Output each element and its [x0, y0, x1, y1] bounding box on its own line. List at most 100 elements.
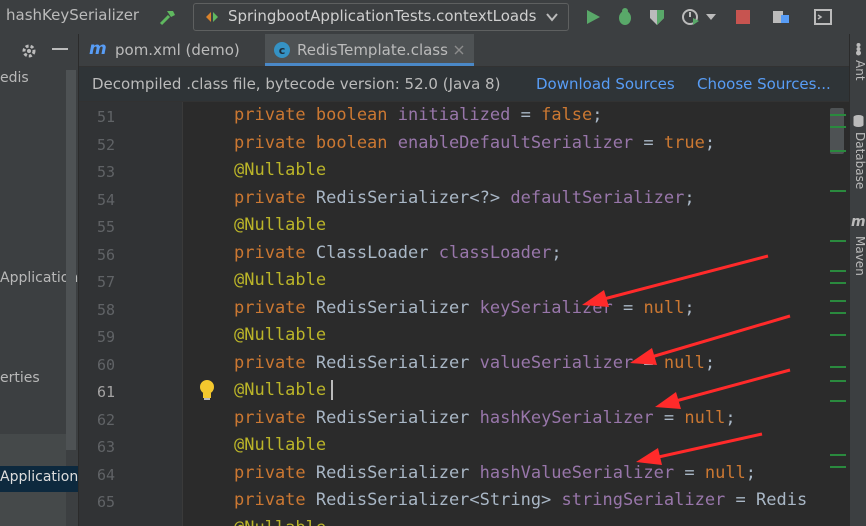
- code-token: private: [234, 490, 316, 510]
- code-token: initialized: [397, 105, 511, 125]
- line-number: 56: [96, 245, 115, 264]
- code-line: @Nullable: [234, 270, 326, 290]
- list-item[interactable]: edis: [0, 70, 29, 86]
- line-number: 59: [96, 328, 115, 346]
- tab-redistemplate-class[interactable]: c RedisTemplate.class: [265, 34, 474, 66]
- code-line: private RedisSerializer<?> defaultSerial…: [234, 188, 695, 208]
- code-token: = Redis: [725, 490, 808, 510]
- download-sources-link[interactable]: Download Sources: [536, 75, 675, 93]
- class-c-icon: c: [274, 42, 290, 58]
- code-token: valueSerializer: [479, 352, 634, 373]
- project-title: hashKeySerializer: [6, 6, 140, 24]
- line-number: 58: [96, 300, 115, 319]
- code-token: private: [234, 242, 316, 263]
- code-token: private: [234, 462, 316, 483]
- code-line: @Nullable: [234, 518, 326, 526]
- tool-window-database[interactable]: Database: [850, 132, 866, 189]
- maven-m-icon: m: [851, 214, 866, 230]
- code-token: hashKeySerializer: [479, 407, 654, 428]
- text-caret: [331, 380, 333, 400]
- build-hammer-icon[interactable]: [158, 7, 178, 27]
- code-token: RedisSerializer<?>: [315, 187, 511, 208]
- choose-sources-link[interactable]: Choose Sources...: [697, 75, 831, 93]
- code-token: null: [663, 352, 705, 373]
- tab-label: RedisTemplate.class: [297, 41, 448, 59]
- error-stripe[interactable]: [828, 102, 848, 526]
- code-token: defaultSerializer: [510, 187, 685, 208]
- stop-icon[interactable]: [733, 7, 753, 27]
- line-number-gutter: 51 52 53 54 55 56 57 58 59 60 61 62 63 64 65: [79, 102, 182, 526]
- line-number: 65: [96, 493, 115, 511]
- editor-tabs: m pom.xml (demo) c RedisTemplate.class: [79, 34, 849, 67]
- code-token: =: [633, 352, 664, 373]
- line-number: 54: [96, 190, 115, 209]
- list-row-highlight: [0, 434, 66, 466]
- selected-row[interactable]: Application: [0, 466, 78, 492]
- chevron-down-icon: [546, 13, 558, 22]
- profile-icon[interactable]: [680, 7, 700, 27]
- code-token: private boolean: [234, 132, 398, 153]
- gear-icon[interactable]: [20, 42, 38, 60]
- code-token: true: [663, 132, 705, 153]
- run-config-select[interactable]: SpringbootApplicationTests.contextLoads: [193, 3, 569, 31]
- maven-m-icon: m: [89, 39, 107, 59]
- tool-window-maven[interactable]: Maven: [850, 236, 866, 276]
- code-token: ;: [592, 105, 603, 125]
- tool-window-ant[interactable]: Ant: [850, 60, 866, 81]
- code-token: enableDefaultSerializer: [397, 132, 634, 153]
- tab-pom-xml[interactable]: m pom.xml (demo): [79, 34, 265, 66]
- code-token: @Nullable: [234, 270, 327, 290]
- code-token: =: [612, 297, 644, 318]
- close-icon[interactable]: [454, 45, 464, 55]
- lightbulb-icon[interactable]: [198, 379, 216, 401]
- scrollbar[interactable]: [66, 70, 76, 450]
- code-token: ;: [684, 187, 695, 208]
- code-token: private: [234, 187, 316, 208]
- code-token: RedisSerializer: [315, 297, 480, 318]
- line-number: 51: [96, 108, 115, 126]
- code-token: @Nullable: [234, 160, 327, 180]
- code-token: private: [234, 407, 316, 428]
- code-token: null: [704, 462, 746, 483]
- line-number: 53: [96, 163, 115, 181]
- line-number: 60: [96, 355, 115, 374]
- minimize-icon[interactable]: [52, 48, 68, 52]
- code-token: ;: [704, 132, 716, 153]
- coverage-icon[interactable]: [647, 7, 667, 27]
- main-toolbar: hashKeySerializer SpringbootApplicationT…: [0, 0, 866, 35]
- right-tool-strip: Ant Database m Maven: [849, 34, 866, 526]
- code-token: null: [643, 297, 685, 318]
- line-number: 52: [96, 135, 115, 154]
- code-token: @Nullable: [234, 380, 327, 400]
- code-token: @Nullable: [234, 518, 326, 526]
- code-token: keySerializer: [479, 297, 613, 318]
- code-token: @Nullable: [234, 215, 327, 235]
- list-item: Application: [0, 469, 79, 485]
- code-token: RedisSerializer: [315, 352, 480, 373]
- code-token: @Nullable: [234, 435, 327, 455]
- code-line: private RedisSerializer hashValueSeriali…: [234, 463, 756, 483]
- dropdown-icon[interactable]: [705, 12, 717, 22]
- code-editor[interactable]: private boolean initialized = false; priv…: [183, 102, 828, 526]
- code-token: ;: [551, 242, 562, 263]
- list-item[interactable]: erties: [0, 370, 40, 386]
- ant-icon: [856, 43, 861, 56]
- project-panel: edis Application erties Application: [0, 34, 79, 526]
- code-token: false: [541, 105, 593, 125]
- code-token: RedisSerializer<String>: [315, 490, 562, 510]
- database-icon: [853, 115, 864, 127]
- code-token: RedisSerializer: [315, 407, 480, 428]
- code-token: ;: [725, 407, 736, 428]
- code-line: private RedisSerializer keySerializer = …: [234, 298, 695, 318]
- line-number: 62: [96, 410, 115, 429]
- line-number: 64: [96, 465, 115, 484]
- code-token: ;: [704, 352, 716, 373]
- debug-icon[interactable]: [615, 7, 635, 27]
- code-token: =: [510, 105, 542, 125]
- code-line: @Nullable: [234, 435, 326, 455]
- project-structure-icon[interactable]: [771, 7, 791, 27]
- run-config-icon: [206, 12, 218, 22]
- terminal-icon[interactable]: [813, 7, 833, 27]
- code-line: @Nullable: [234, 325, 326, 345]
- run-icon[interactable]: [583, 7, 603, 27]
